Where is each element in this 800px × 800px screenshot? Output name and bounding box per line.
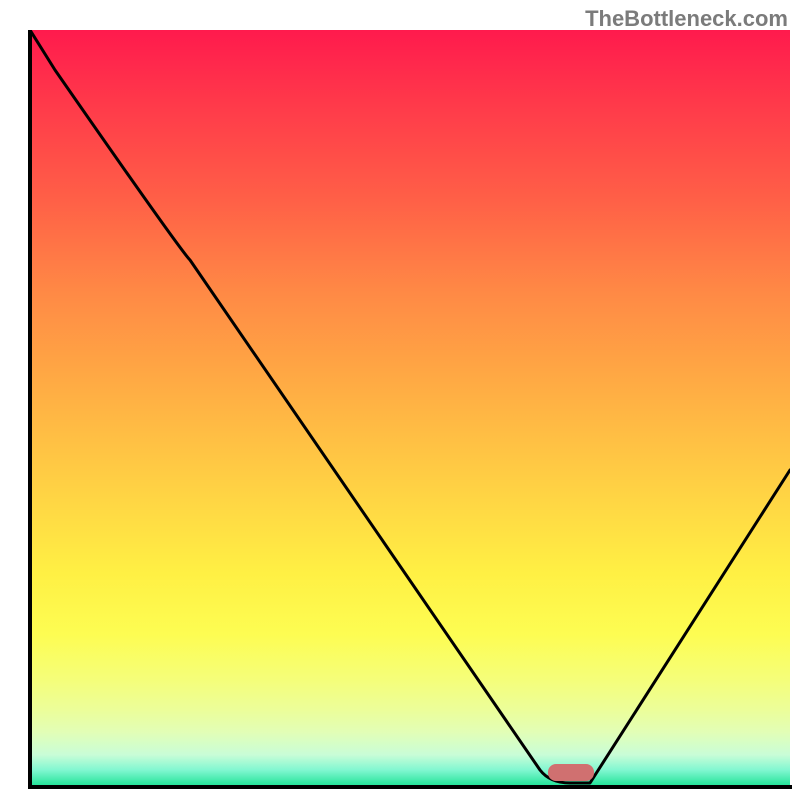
chart-container: TheBottleneck.com: [0, 0, 800, 800]
x-axis: [28, 785, 792, 789]
curve-path: [30, 30, 790, 783]
watermark-text: TheBottleneck.com: [585, 6, 788, 32]
optimal-marker: [548, 764, 594, 781]
bottleneck-curve: [30, 30, 790, 785]
